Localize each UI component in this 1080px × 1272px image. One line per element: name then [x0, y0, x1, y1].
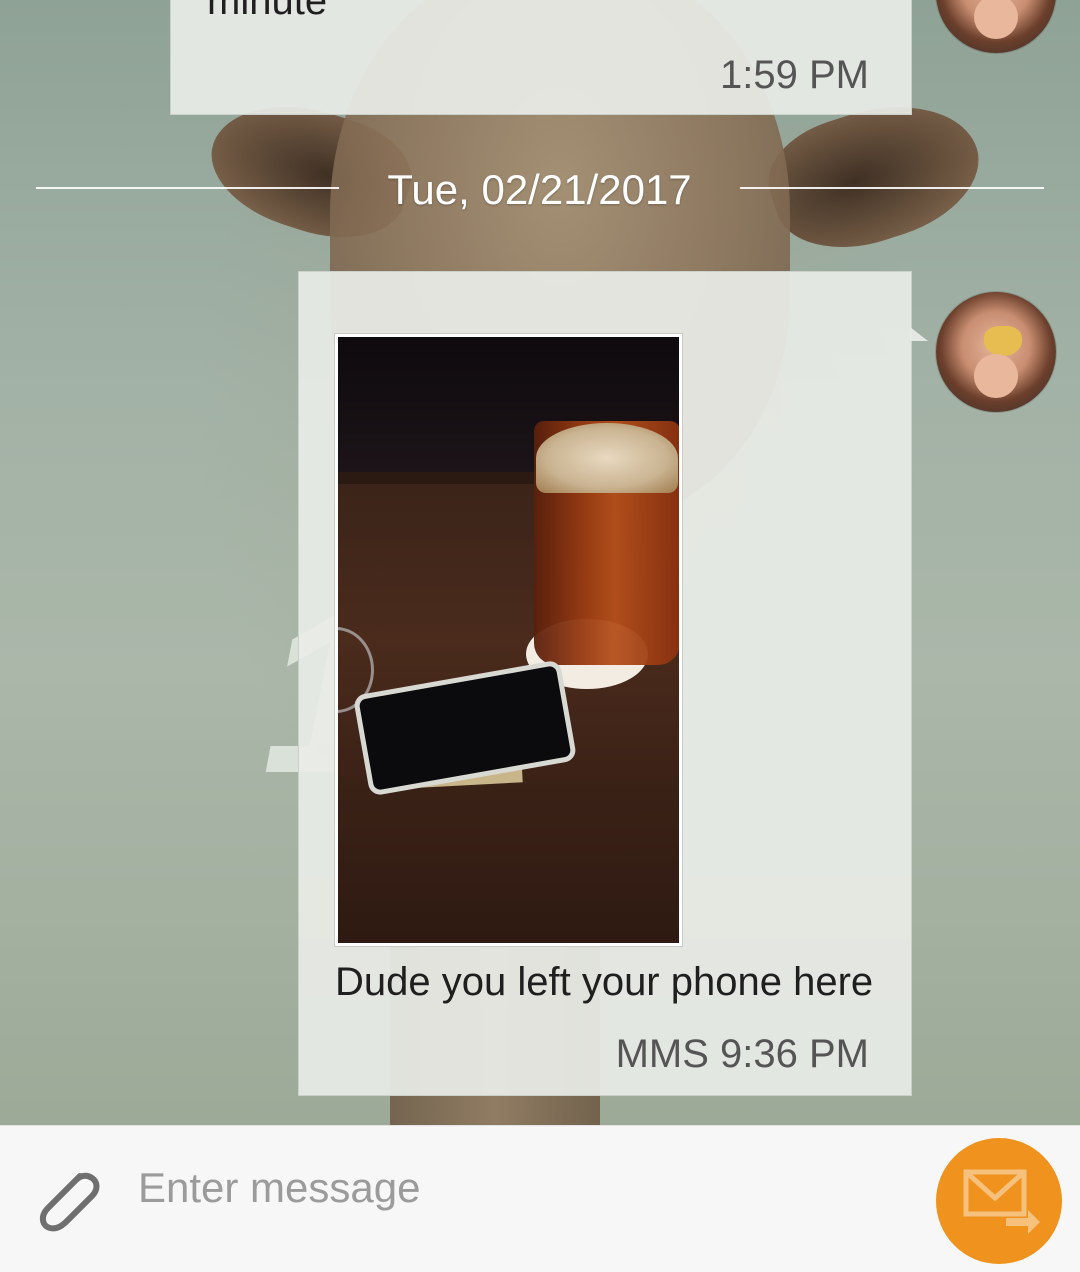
photo-image	[338, 337, 679, 943]
message-timestamp: MMS 9:36 PM	[615, 1032, 869, 1076]
divider-line-right	[740, 187, 1044, 189]
avatar-hand	[974, 0, 1018, 39]
attach-button[interactable]	[28, 1162, 108, 1242]
date-divider-label: Tue, 02/21/2017	[387, 166, 692, 213]
paperclip-icon	[40, 1172, 100, 1232]
date-divider: Tue, 02/21/2017	[36, 166, 1044, 213]
message-bubble-previous[interactable]: minute 1:59 PM	[170, 0, 912, 115]
message-input[interactable]	[138, 1156, 908, 1220]
message-timestamp: 1:59 PM	[720, 53, 869, 97]
envelope-send-icon	[963, 1169, 1040, 1234]
avatar-leaf	[984, 326, 1022, 356]
avatar-hand	[974, 354, 1018, 398]
message-composer	[0, 1125, 1080, 1272]
divider-line-left	[36, 187, 339, 189]
bubble-tail	[910, 327, 928, 341]
photo-phone	[352, 659, 578, 797]
photo-attachment[interactable]	[334, 333, 683, 947]
message-text: Dude you left your phone here	[335, 960, 874, 1004]
send-button[interactable]	[936, 1138, 1062, 1264]
message-text: minute	[207, 0, 328, 23]
contact-avatar[interactable]	[936, 292, 1056, 412]
message-bubble-mms[interactable]: Dude you left your phone here MMS 9:36 P…	[298, 271, 912, 1096]
photo-beer-foam	[536, 423, 678, 493]
